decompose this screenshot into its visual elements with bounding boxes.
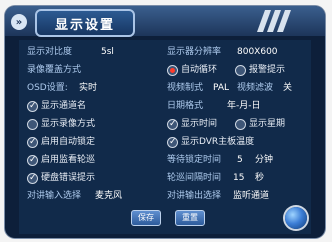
contrast-label: 显示对比度 [27, 47, 73, 57]
checkbox-icon[interactable] [235, 118, 246, 130]
row-disk-error: 硬盘错误提示 轮巡间隔时间 15 秒 [19, 170, 311, 186]
osd-label: OSD设置: [27, 83, 68, 93]
intercom-output-value[interactable]: 监听通道 [233, 188, 269, 204]
lock-wait-label: 等待锁定时间 [167, 155, 222, 165]
video-format-value[interactable]: PAL [213, 80, 229, 96]
page-title: 显示设置 [35, 9, 135, 37]
radio-selected-icon[interactable] [167, 64, 178, 76]
auto-lock-label: 启用自动锁定 [41, 137, 96, 147]
overwrite-label: 录像覆盖方式 [27, 65, 82, 75]
decorative-stripes [253, 10, 303, 32]
row-overwrite: 录像覆盖方式 自动循环 报警提示 [19, 62, 311, 78]
show-weekday-option[interactable]: 显示星期 [235, 116, 285, 132]
video-filter-value[interactable]: 关 [283, 80, 292, 96]
row-channel-name: 显示通道名 日期格式 年-月-日 [19, 98, 311, 114]
checkbox-checked-icon[interactable] [27, 98, 38, 114]
settings-window: » 显示设置 显示对比度 5sl 显示器分辨率 800X600 录像覆盖方式 自… [5, 6, 325, 238]
settings-panel: 显示对比度 5sl 显示器分辨率 800X600 录像覆盖方式 自动循环 报警提… [19, 40, 311, 234]
checkbox-checked-icon[interactable] [167, 116, 178, 132]
save-button[interactable]: 保存 [131, 210, 161, 226]
date-format-value[interactable]: 年-月-日 [227, 98, 261, 114]
auto-lock-option[interactable]: 启用自动锁定 [27, 134, 95, 150]
auto-loop-label: 自动循环 [181, 65, 218, 75]
contrast-value[interactable]: 5sl [101, 44, 114, 60]
globe-icon[interactable] [285, 207, 307, 229]
reset-button[interactable]: 重置 [175, 210, 205, 226]
show-weekday-label: 显示星期 [249, 119, 286, 129]
lock-wait-unit: 分钟 [255, 155, 274, 165]
video-filter-label: 视频滤波 [237, 83, 274, 93]
disk-error-option[interactable]: 硬盘错误提示 [27, 170, 95, 186]
radio-icon[interactable] [235, 64, 246, 76]
title-bar: » 显示设置 [5, 6, 325, 37]
intercom-output-label: 对讲输出选择 [167, 191, 222, 201]
back-icon[interactable]: » [11, 14, 27, 30]
show-board-temp-option[interactable]: 显示DVR主板温度 [167, 134, 254, 150]
row-contrast: 显示对比度 5sl 显示器分辨率 800X600 [19, 44, 311, 60]
row-intercom: 对讲输入选择 麦克风 对讲输出选择 监听通道 [19, 188, 311, 204]
show-channel-name-option[interactable]: 显示通道名 [27, 98, 86, 114]
date-format-label: 日期格式 [167, 101, 204, 111]
intercom-input-value[interactable]: 麦克风 [95, 188, 122, 204]
show-record-mode-option[interactable]: 显示录像方式 [27, 116, 95, 132]
show-channel-name-label: 显示通道名 [41, 101, 87, 111]
monitor-cycle-option[interactable]: 启用监看轮巡 [27, 152, 95, 168]
show-time-option[interactable]: 显示时间 [167, 116, 217, 132]
checkbox-checked-icon[interactable] [27, 134, 38, 150]
auto-loop-option[interactable]: 自动循环 [167, 62, 217, 78]
alarm-prompt-option[interactable]: 报警提示 [235, 62, 285, 78]
checkbox-checked-icon[interactable] [27, 170, 38, 186]
checkbox-checked-icon[interactable] [167, 134, 178, 150]
resolution-value[interactable]: 800X600 [237, 44, 278, 60]
intercom-input-label: 对讲输入选择 [27, 191, 82, 201]
monitor-cycle-label: 启用监看轮巡 [41, 155, 96, 165]
osd-value[interactable]: 实时 [79, 80, 97, 96]
show-record-mode-label: 显示录像方式 [41, 119, 96, 129]
lock-wait-value[interactable]: 5 [237, 152, 243, 168]
checkbox-checked-icon[interactable] [27, 152, 38, 168]
row-monitor-cycle: 启用监看轮巡 等待锁定时间 5 分钟 [19, 152, 311, 168]
show-board-temp-label: 显示DVR主板温度 [181, 137, 255, 147]
cycle-interval-unit: 秒 [255, 173, 265, 183]
cycle-interval-label: 轮巡间隔时间 [167, 173, 222, 183]
checkbox-icon[interactable] [27, 118, 38, 130]
cycle-interval-value[interactable]: 15 [233, 170, 244, 186]
row-osd: OSD设置: 实时 视频制式 PAL 视频滤波 关 [19, 80, 311, 96]
video-format-label: 视频制式 [167, 83, 204, 93]
alarm-prompt-label: 报警提示 [249, 65, 286, 75]
row-auto-lock: 启用自动锁定 显示DVR主板温度 [19, 134, 311, 150]
row-record-mode: 显示录像方式 显示时间 显示星期 [19, 116, 311, 132]
show-time-label: 显示时间 [181, 119, 218, 129]
disk-error-label: 硬盘错误提示 [41, 173, 96, 183]
resolution-label: 显示器分辨率 [167, 47, 222, 57]
